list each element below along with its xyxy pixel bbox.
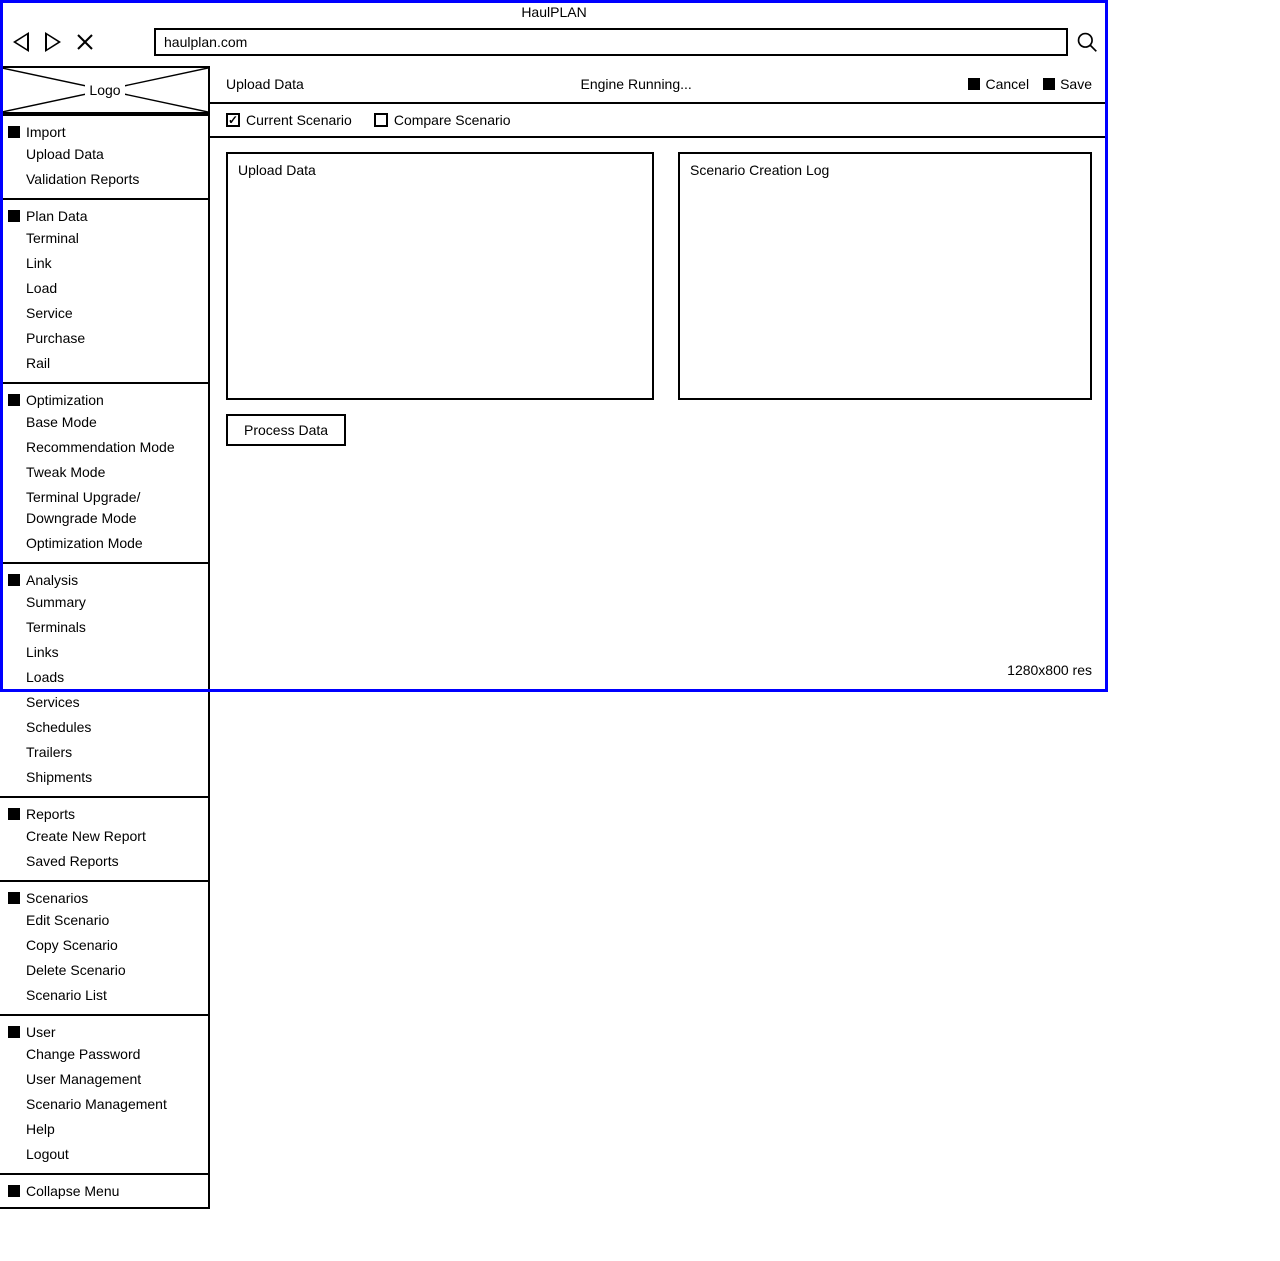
- sidebar-item-logout[interactable]: Logout: [0, 1142, 208, 1167]
- sidebar-item-tweak-mode[interactable]: Tweak Mode: [0, 460, 208, 485]
- square-icon: [8, 574, 20, 586]
- sidebar: Logo Import Upload DataValidation Reports…: [0, 66, 210, 1209]
- panel-title: Scenario Creation Log: [690, 162, 1080, 178]
- square-icon: [8, 126, 20, 138]
- back-button[interactable]: [10, 31, 32, 53]
- page-topbar: Upload Data Engine Running... Cancel Sav…: [210, 66, 1108, 104]
- square-icon: [968, 78, 980, 90]
- sidebar-section-label: Reports: [26, 806, 75, 822]
- save-button[interactable]: Save: [1043, 76, 1092, 92]
- sidebar-item-base-mode[interactable]: Base Mode: [0, 410, 208, 435]
- square-icon: [8, 808, 20, 820]
- sidebar-item-optimization-mode[interactable]: Optimization Mode: [0, 531, 208, 556]
- engine-status: Engine Running...: [304, 76, 969, 92]
- sidebar-item-delete-scenario[interactable]: Delete Scenario: [0, 958, 208, 983]
- sidebar-item-trailers[interactable]: Trailers: [0, 740, 208, 765]
- sidebar-section-scenarios[interactable]: Scenarios: [0, 888, 208, 908]
- page-title: Upload Data: [226, 76, 304, 92]
- square-icon: [8, 1026, 20, 1038]
- sidebar-item-saved-reports[interactable]: Saved Reports: [0, 849, 208, 874]
- sidebar-item-help[interactable]: Help: [0, 1117, 208, 1142]
- close-button[interactable]: [74, 31, 96, 53]
- search-button[interactable]: [1076, 31, 1098, 53]
- sidebar-item-change-password[interactable]: Change Password: [0, 1042, 208, 1067]
- browser-toolbar: [0, 24, 1108, 66]
- sidebar-section-user[interactable]: User: [0, 1022, 208, 1042]
- sidebar-item-summary[interactable]: Summary: [0, 590, 208, 615]
- url-input[interactable]: [154, 28, 1068, 56]
- sidebar-item-purchase[interactable]: Purchase: [0, 326, 208, 351]
- sidebar-section-label: Optimization: [26, 392, 104, 408]
- sidebar-item-create-new-report[interactable]: Create New Report: [0, 824, 208, 849]
- scenario-tabs: Current Scenario Compare Scenario: [210, 104, 1108, 138]
- sidebar-section-label: Plan Data: [26, 208, 87, 224]
- sidebar-item-load[interactable]: Load: [0, 276, 208, 301]
- sidebar-item-user-management[interactable]: User Management: [0, 1067, 208, 1092]
- panel-title: Upload Data: [238, 162, 642, 178]
- sidebar-item-terminal[interactable]: Terminal: [0, 226, 208, 251]
- collapse-menu[interactable]: Collapse Menu: [0, 1181, 208, 1201]
- sidebar-section-label: Analysis: [26, 572, 78, 588]
- upload-data-panel: Upload Data: [226, 152, 654, 400]
- checkbox-checked-icon: [226, 113, 240, 127]
- sidebar-item-edit-scenario[interactable]: Edit Scenario: [0, 908, 208, 933]
- sidebar-item-scenario-management[interactable]: Scenario Management: [0, 1092, 208, 1117]
- sidebar-item-loads[interactable]: Loads: [0, 665, 208, 690]
- sidebar-item-services[interactable]: Services: [0, 690, 208, 715]
- sidebar-section-plan-data[interactable]: Plan Data: [0, 206, 208, 226]
- sidebar-item-shipments[interactable]: Shipments: [0, 765, 208, 790]
- cancel-button[interactable]: Cancel: [968, 76, 1029, 92]
- sidebar-item-scenario-list[interactable]: Scenario List: [0, 983, 208, 1008]
- sidebar-item-terminal-upgrade-downgrade-mode[interactable]: Terminal Upgrade/ Downgrade Mode: [0, 485, 208, 531]
- process-data-button[interactable]: Process Data: [226, 414, 346, 446]
- forward-icon: [45, 32, 61, 52]
- square-icon: [8, 892, 20, 904]
- sidebar-item-schedules[interactable]: Schedules: [0, 715, 208, 740]
- sidebar-item-terminals[interactable]: Terminals: [0, 615, 208, 640]
- forward-button[interactable]: [42, 31, 64, 53]
- sidebar-item-validation-reports[interactable]: Validation Reports: [0, 167, 208, 192]
- sidebar-section-label: Import: [26, 124, 66, 140]
- sidebar-item-upload-data[interactable]: Upload Data: [0, 142, 208, 167]
- sidebar-item-service[interactable]: Service: [0, 301, 208, 326]
- logo-placeholder: Logo: [0, 66, 208, 114]
- main-content: Upload Data Engine Running... Cancel Sav…: [210, 66, 1108, 1209]
- sidebar-section-optimization[interactable]: Optimization: [0, 390, 208, 410]
- sidebar-item-recommendation-mode[interactable]: Recommendation Mode: [0, 435, 208, 460]
- back-icon: [13, 32, 29, 52]
- scenario-log-panel: Scenario Creation Log: [678, 152, 1092, 400]
- sidebar-item-links[interactable]: Links: [0, 640, 208, 665]
- close-icon: [76, 33, 94, 51]
- sidebar-section-import[interactable]: Import: [0, 122, 208, 142]
- tab-current-scenario[interactable]: Current Scenario: [226, 112, 352, 128]
- square-icon: [8, 1185, 20, 1197]
- checkbox-unchecked-icon: [374, 113, 388, 127]
- square-icon: [8, 394, 20, 406]
- tab-compare-scenario[interactable]: Compare Scenario: [374, 112, 511, 128]
- sidebar-section-label: Scenarios: [26, 890, 88, 906]
- sidebar-item-link[interactable]: Link: [0, 251, 208, 276]
- sidebar-item-rail[interactable]: Rail: [0, 351, 208, 376]
- square-icon: [1043, 78, 1055, 90]
- search-icon: [1076, 29, 1098, 55]
- sidebar-section-analysis[interactable]: Analysis: [0, 570, 208, 590]
- sidebar-section-reports[interactable]: Reports: [0, 804, 208, 824]
- app-title: HaulPLAN: [0, 0, 1108, 24]
- resolution-note: 1280x800 res: [1007, 662, 1092, 678]
- square-icon: [8, 210, 20, 222]
- sidebar-section-label: User: [26, 1024, 56, 1040]
- sidebar-item-copy-scenario[interactable]: Copy Scenario: [0, 933, 208, 958]
